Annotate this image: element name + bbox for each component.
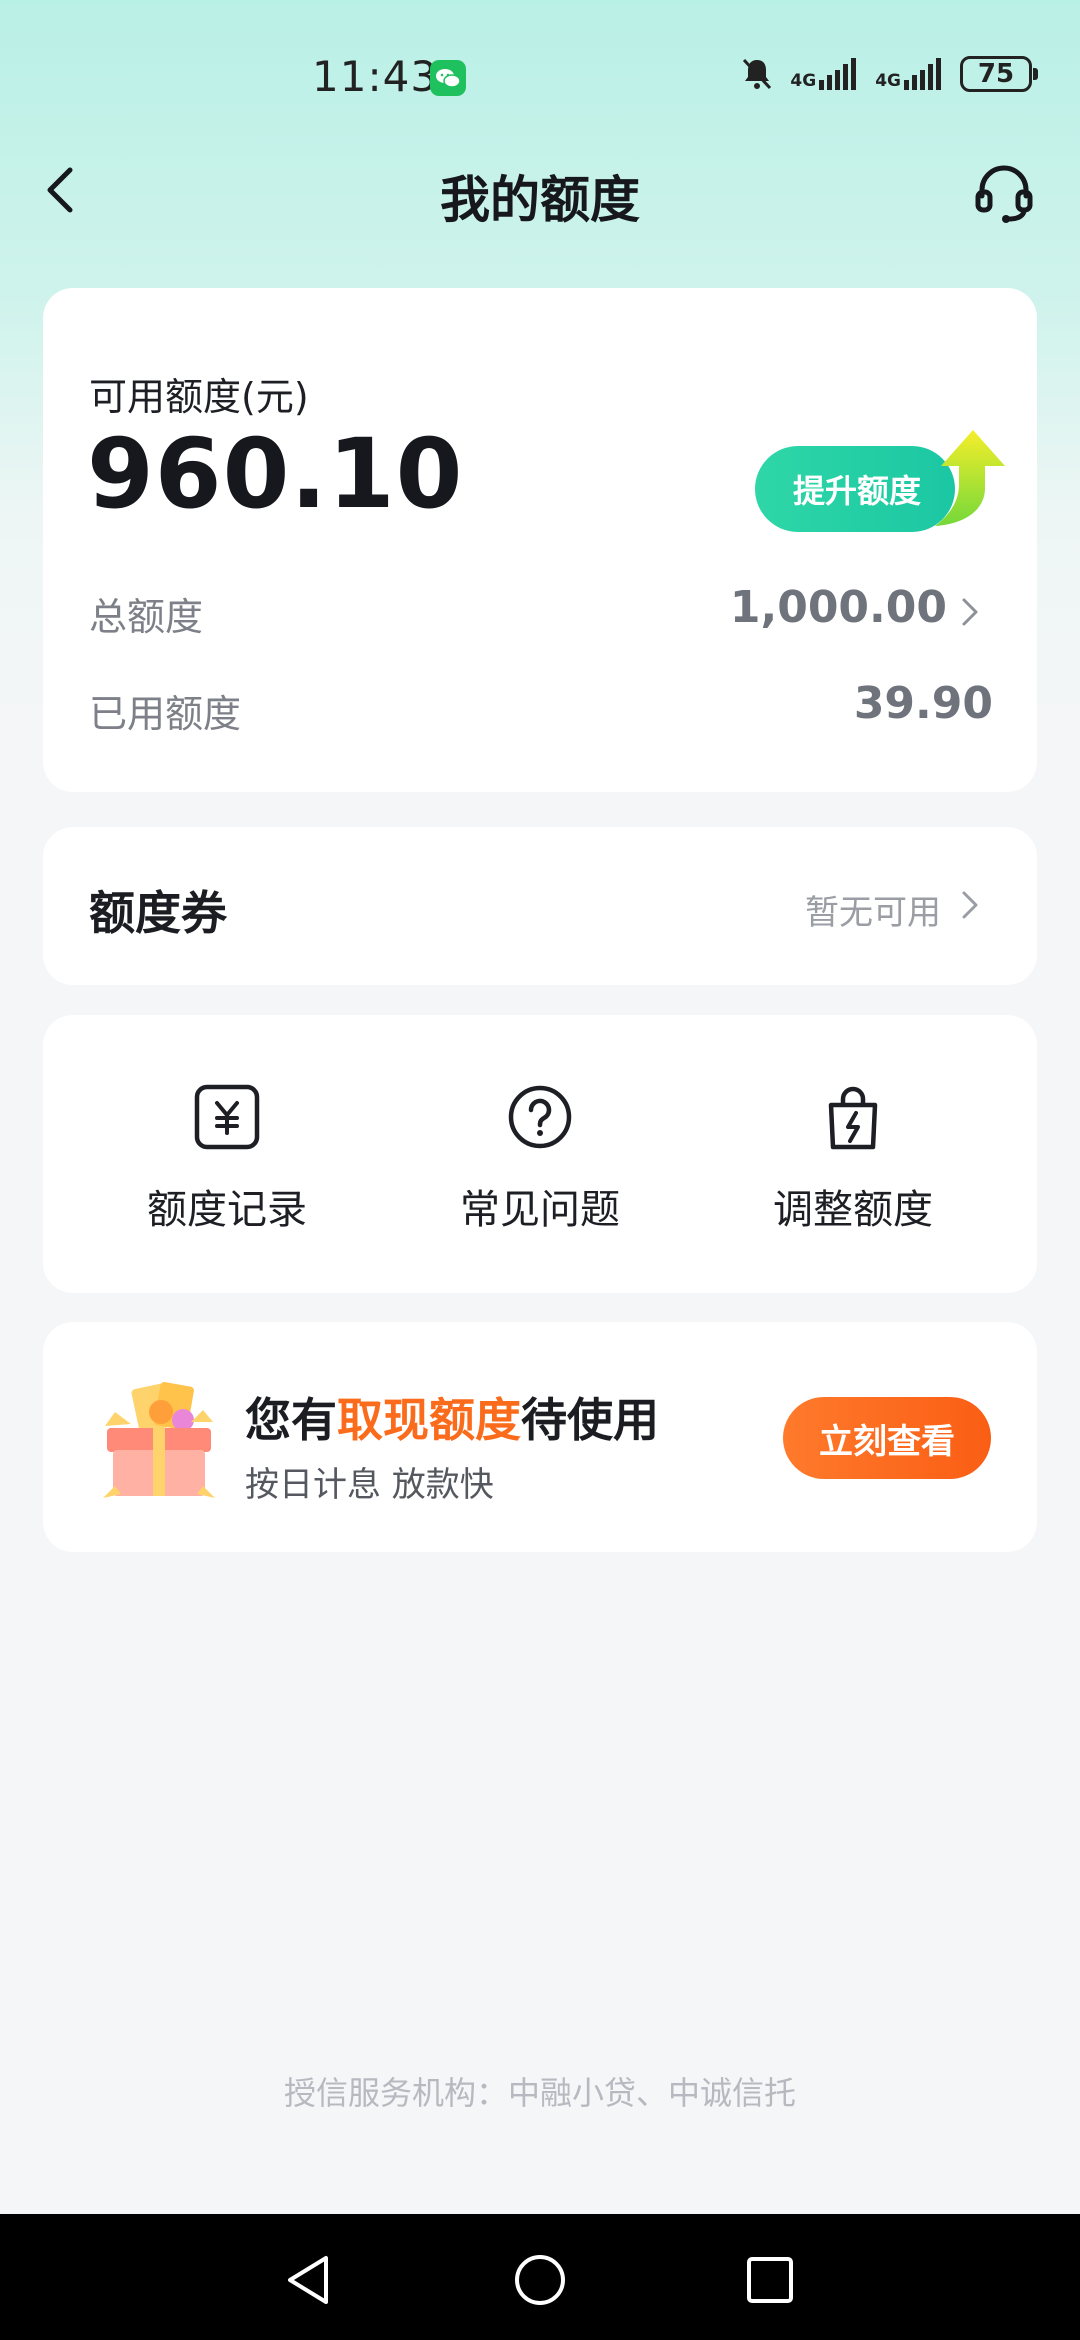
bell-muted-icon bbox=[743, 58, 772, 90]
coupon-status: 暂无可用 bbox=[805, 893, 941, 933]
action-label: 调整额度 bbox=[773, 1187, 933, 1233]
battery-level: 75 bbox=[977, 59, 1015, 89]
promo-title: 您有取现额度待使用 bbox=[245, 1384, 659, 1450]
used-quota-value: 39.90 bbox=[853, 678, 993, 729]
action-faq[interactable]: 常见问题 bbox=[390, 1081, 690, 1235]
title-bar: 我的额度 bbox=[0, 130, 1080, 250]
cash-quota-promo-card[interactable]: 您有取现额度待使用 按日计息 放款快 立刻查看 bbox=[43, 1322, 1037, 1552]
nav-home-icon[interactable] bbox=[512, 2252, 568, 2308]
status-time: 11:43 bbox=[312, 52, 439, 101]
quota-card: 可用额度(元) 960.10 提升额度 总额度 1,000.00 已用额度 39… bbox=[43, 288, 1037, 792]
customer-service-icon[interactable] bbox=[972, 160, 1036, 224]
network-label-2: 4G bbox=[875, 71, 901, 91]
chevron-right-icon bbox=[962, 891, 978, 919]
total-quota-value[interactable]: 1,000.00 bbox=[730, 582, 947, 633]
network-label-1: 4G bbox=[790, 71, 817, 91]
raise-quota-label: 提升额度 bbox=[793, 472, 922, 510]
action-label: 常见问题 bbox=[460, 1187, 620, 1233]
action-label: 额度记录 bbox=[147, 1187, 307, 1233]
promo-title-suffix: 待使用 bbox=[521, 1393, 659, 1447]
signal-icon-1 bbox=[819, 58, 857, 90]
view-now-button[interactable]: 立刻查看 bbox=[783, 1397, 991, 1479]
view-now-label: 立刻查看 bbox=[819, 1421, 955, 1462]
quota-coupon-row[interactable]: 额度券 暂无可用 bbox=[43, 827, 1037, 985]
status-right: 4G 4G 75 bbox=[740, 56, 1038, 92]
nav-back-icon[interactable] bbox=[282, 2252, 338, 2308]
promo-title-prefix: 您有 bbox=[245, 1393, 337, 1447]
action-adjust-quota[interactable]: 调整额度 bbox=[703, 1081, 1003, 1235]
screen: 11:43 4G 4G 75 我的额度 可用额度(元) 960.10 提升额度 … bbox=[0, 0, 1080, 2340]
question-icon bbox=[508, 1085, 572, 1149]
wechat-notification-icon bbox=[430, 60, 466, 96]
nav-recent-apps-icon[interactable] bbox=[742, 2252, 798, 2308]
chevron-right-icon[interactable] bbox=[959, 594, 981, 630]
gift-box-icon bbox=[103, 1382, 215, 1498]
used-quota-label: 已用额度 bbox=[89, 692, 242, 736]
coupon-title: 额度券 bbox=[89, 886, 227, 940]
up-arrow-icon bbox=[935, 430, 1005, 526]
system-nav-bar bbox=[0, 2214, 1080, 2340]
yuan-record-icon bbox=[194, 1084, 260, 1150]
page-title: 我的额度 bbox=[440, 171, 640, 229]
available-quota-amount: 960.10 bbox=[87, 418, 464, 530]
action-quota-record[interactable]: 额度记录 bbox=[77, 1081, 377, 1235]
battery-icon: 75 bbox=[960, 56, 1038, 92]
total-quota-label: 总额度 bbox=[89, 595, 204, 639]
signal-icon-2 bbox=[904, 58, 941, 90]
available-quota-label: 可用额度(元) bbox=[89, 375, 309, 419]
credit-institution-note: 授信服务机构：中融小贷、中诚信托 bbox=[283, 2074, 796, 2112]
promo-title-highlight: 取现额度 bbox=[337, 1393, 521, 1447]
promo-subtitle: 按日计息 放款快 bbox=[245, 1465, 494, 1505]
actions-card: 额度记录 常见问题 调整额度 bbox=[43, 1015, 1037, 1293]
adjust-bag-icon bbox=[828, 1086, 878, 1150]
